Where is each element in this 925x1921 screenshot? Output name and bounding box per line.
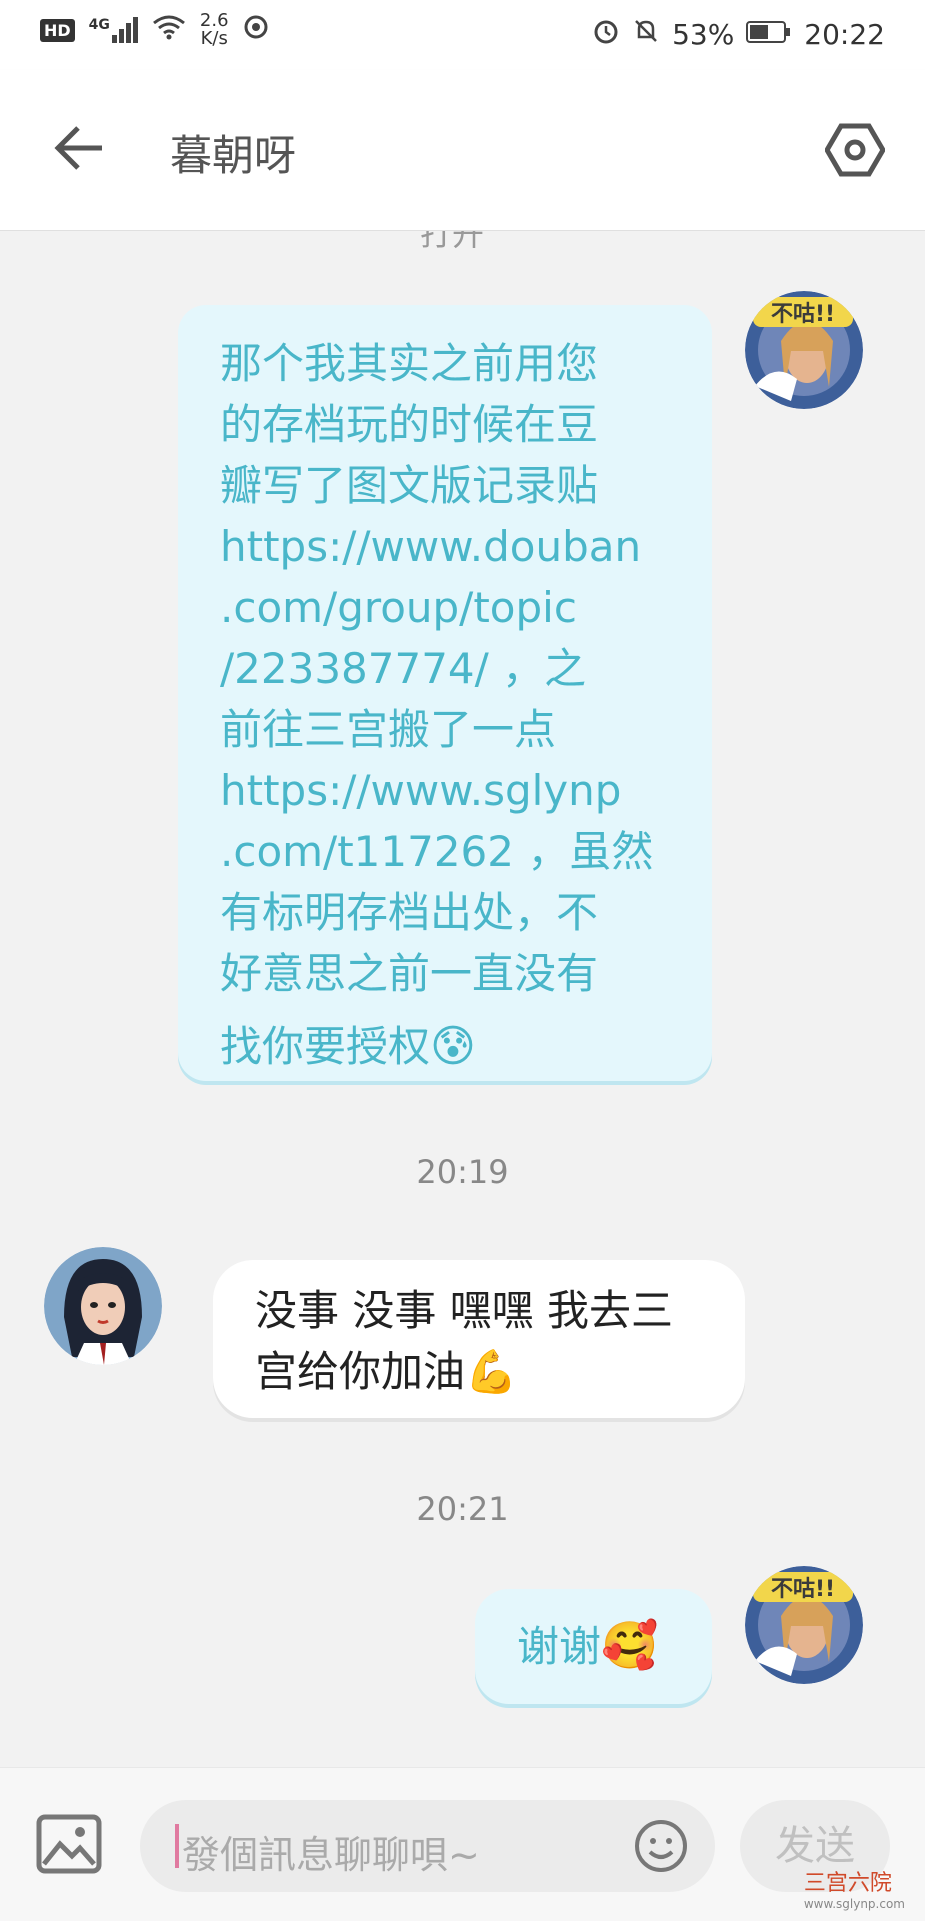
message-link[interactable]: .com/group/topic: [220, 577, 653, 638]
watermark: 三宫六院 www.sglynp.com: [804, 1865, 905, 1911]
clock: 20:22: [804, 17, 885, 51]
hd-badge: HD: [40, 18, 75, 42]
watermark-url: www.sglynp.com: [803, 1897, 905, 1911]
timestamp: 20:19: [416, 1153, 509, 1191]
message-line: .com/t117262 ，虽然: [220, 827, 654, 876]
avatar-self[interactable]: 不咕!!: [745, 1566, 863, 1684]
message-line: 那个我其实之前用您: [220, 339, 599, 388]
message-line: 瓣写了图文版记录贴: [220, 461, 599, 510]
message-link[interactable]: https://www.douban: [220, 516, 653, 577]
timestamp: 20:21: [416, 1490, 509, 1528]
message-line: 有标明存档出处，不: [220, 888, 599, 937]
flexed-biceps-icon: 💪: [465, 1347, 518, 1396]
network-type-label: 4G: [88, 17, 110, 33]
text-caret: [175, 1824, 179, 1868]
image-icon: [36, 1814, 102, 1874]
message-line: 的存档玩的时候在豆: [220, 400, 599, 449]
message-bubble-outgoing[interactable]: 那个我其实之前用您 的存档玩的时候在豆 瓣写了图文版记录贴 https://ww…: [178, 305, 712, 1081]
back-button[interactable]: [50, 118, 110, 178]
smiley-icon: [635, 1820, 687, 1872]
image-picker-button[interactable]: [36, 1814, 102, 1874]
message-line: 没事 没事 嘿嘿 我去三: [255, 1286, 674, 1335]
message-bubble-outgoing[interactable]: 谢谢🥰: [475, 1589, 712, 1704]
mute-bell-icon: [632, 17, 660, 52]
heart-hug-emoji-icon: 🥰: [601, 1618, 659, 1672]
message-line: 宫给你加油: [255, 1347, 466, 1396]
message-input[interactable]: 發個訊息聊聊唄~: [140, 1800, 715, 1892]
status-bar: HD 4G 2.6 K/s 53% 20:22: [0, 0, 925, 70]
emoji-button[interactable]: [633, 1818, 689, 1874]
avatar-badge-text: 不咕!!: [771, 1577, 835, 1602]
battery-icon: [746, 18, 792, 51]
avatar-self[interactable]: 不咕!!: [745, 291, 863, 409]
arrow-left-icon: [54, 126, 102, 170]
message-line: 好意思之前一直没有: [220, 949, 599, 998]
message-line: 前往三宫搬了一点: [220, 705, 557, 754]
chat-title: 暮朝呀: [170, 131, 297, 180]
cut-off-text: 打开: [420, 231, 485, 253]
message-list[interactable]: 打开 那个我其实之前用您 的存档玩的时候在豆 瓣写了图文版记录贴 https:/…: [0, 231, 925, 1766]
wifi-icon: [152, 14, 186, 47]
battery-percentage: 53%: [672, 17, 735, 51]
avatar-contact[interactable]: [44, 1247, 162, 1365]
message-line: 谢谢: [517, 1622, 602, 1671]
avatar-badge-text: 不咕!!: [771, 302, 835, 327]
message-bubble-incoming[interactable]: 没事 没事 嘿嘿 我去三 宫给你加油💪: [213, 1260, 745, 1418]
watermark-text: 三宫六院: [803, 1871, 892, 1896]
message-link[interactable]: https://www.sglynp: [220, 760, 653, 821]
input-bar: 發個訊息聊聊唄~ 发送 三宫六院 www.sglynp.com: [0, 1767, 925, 1921]
hexagon-settings-icon: [824, 123, 886, 177]
worried-emoji-icon: 😰: [430, 1021, 476, 1072]
signal-icon: 4G: [89, 17, 138, 43]
settings-button[interactable]: [824, 120, 886, 180]
message-line: /223387774/ ，之: [220, 644, 587, 693]
message-input-placeholder: 發個訊息聊聊唄~: [182, 1833, 480, 1877]
network-speed: 2.6 K/s: [199, 10, 229, 49]
chat-header: 暮朝呀: [0, 70, 925, 231]
alarm-icon: [592, 17, 620, 52]
netease-icon: [243, 14, 269, 47]
message-line: 找你要授权: [220, 1022, 431, 1071]
